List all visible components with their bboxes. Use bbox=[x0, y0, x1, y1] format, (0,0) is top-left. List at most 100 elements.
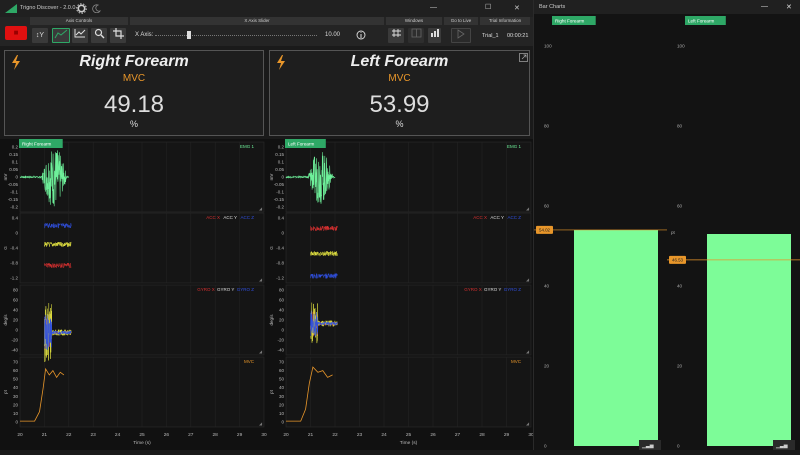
y-tick-label: -0.8 bbox=[276, 261, 284, 266]
y-tick-label: 0.4 bbox=[278, 216, 285, 221]
bar-chart-icon: ▁▃▅ bbox=[641, 443, 654, 449]
x-tick-label: 26 bbox=[430, 432, 436, 438]
go-to-live-button[interactable] bbox=[451, 28, 471, 43]
y-tick-label: 20 bbox=[13, 318, 19, 323]
bar-chart-icon bbox=[430, 29, 439, 37]
y-tick-label: 60 bbox=[13, 368, 19, 373]
y-tick-label: -20 bbox=[11, 338, 18, 343]
y-axis-button[interactable]: ↕Y bbox=[32, 28, 48, 43]
trial-name: Trial_1 bbox=[482, 33, 499, 39]
y-tick-label: 0 bbox=[15, 328, 18, 333]
panel-subtitle: MVC bbox=[388, 73, 411, 84]
y-tick-label: 0.2 bbox=[12, 145, 19, 150]
x-tick-label: 24 bbox=[381, 432, 387, 438]
bar-minimize-button[interactable]: — bbox=[761, 3, 768, 10]
y-tick-label: -0.2 bbox=[10, 205, 18, 210]
legend-item: EMG 1 bbox=[240, 144, 255, 149]
y-tick-label: 0 bbox=[15, 420, 18, 425]
y-tick-label: 10 bbox=[13, 411, 19, 416]
bar-charts-title: Bar Charts bbox=[539, 4, 566, 10]
x-tick-label: 21 bbox=[308, 432, 314, 438]
y-tick-label: -0.1 bbox=[276, 190, 284, 195]
trial-time: 00:00:21 bbox=[507, 33, 529, 39]
x-tick-label: 23 bbox=[357, 432, 363, 438]
signal-graphs[interactable]: 0.2 0.15 0.1 0.05 0 -0.05 -0.1 -0.15 -0.2 mV EMG 1… bbox=[0, 139, 534, 450]
y-tick-label: -1.2 bbox=[276, 276, 284, 281]
axis-controls-header: Axis Controls bbox=[30, 17, 128, 25]
split-layout-button[interactable] bbox=[408, 28, 424, 43]
auto-y-button[interactable] bbox=[52, 28, 70, 43]
y-tick-label: -0.15 bbox=[8, 197, 19, 202]
x-tick-label: 20 bbox=[283, 432, 289, 438]
windows-header: Windows bbox=[386, 17, 442, 25]
x-tick-label: 30 bbox=[261, 432, 267, 438]
grid-layout-button[interactable] bbox=[388, 28, 404, 43]
play-icon bbox=[457, 29, 465, 39]
y-tick-label: -40 bbox=[11, 348, 18, 353]
minimize-button[interactable]: — bbox=[430, 4, 437, 11]
bar-label: Right Forearm bbox=[555, 19, 585, 24]
y-tick-label: -0.05 bbox=[8, 182, 19, 187]
panel-unit: % bbox=[129, 119, 138, 129]
x-tick-label: 26 bbox=[164, 432, 170, 438]
y-tick-label: 0.05 bbox=[9, 167, 18, 172]
legend-item: GYRO X bbox=[464, 287, 482, 292]
right-forearm-panel: Right Forearm MVC 49.18 % bbox=[4, 50, 264, 136]
app-logo-icon bbox=[5, 4, 17, 13]
y-tick-label: -0.05 bbox=[274, 182, 285, 187]
legend-item: GYRO Z bbox=[237, 287, 255, 292]
bar-label: Left Forearm bbox=[688, 19, 714, 24]
y-tick-label: -0.8 bbox=[10, 261, 18, 266]
crop-button[interactable] bbox=[110, 28, 126, 43]
x-axis-label: X Axis: bbox=[135, 32, 154, 38]
close-button[interactable]: ✕ bbox=[514, 4, 520, 12]
chart-line-icon bbox=[74, 29, 86, 38]
bar bbox=[574, 230, 658, 446]
bar-chart-icon: ▁▃▅ bbox=[775, 443, 788, 449]
auto-scale-icon bbox=[54, 29, 68, 39]
y-tick-label: 0.15 bbox=[275, 152, 284, 157]
grid-icon bbox=[391, 29, 401, 37]
moon-icon[interactable] bbox=[92, 4, 101, 13]
zoom-button[interactable] bbox=[91, 28, 107, 43]
threshold-value: 46.53 bbox=[672, 257, 684, 262]
y-tick-label: 60 bbox=[13, 298, 19, 303]
y-tick-label: 20 bbox=[13, 402, 19, 407]
toolbar: Axis Controls X Axis Slider Windows Go t… bbox=[0, 17, 533, 46]
y-tick-label: -0.1 bbox=[10, 190, 18, 195]
legend-item: EMG 1 bbox=[507, 144, 522, 149]
title-bar: Trigno Discover - 2.0.0 — ☐ ✕ bbox=[0, 0, 533, 17]
y-tick-label: 30 bbox=[279, 394, 285, 399]
y-tick-label: -20 bbox=[277, 338, 284, 343]
bar-y-tick-label: 20 bbox=[544, 364, 550, 369]
chart-scale-button[interactable] bbox=[72, 28, 88, 43]
y-axis-label: G bbox=[269, 246, 274, 250]
bar-close-button[interactable]: ✕ bbox=[786, 3, 792, 11]
gear-icon[interactable] bbox=[76, 3, 87, 14]
legend-item: MVC bbox=[244, 359, 255, 364]
bar-charts[interactable]: 100 80 60 40 20 0 Right Forearm 54.02 ▁▃▅ 100 80 60… bbox=[534, 14, 800, 450]
bar-chart-button[interactable] bbox=[428, 28, 441, 43]
y-tick-label: 20 bbox=[279, 318, 285, 323]
split-view-icon bbox=[411, 28, 421, 38]
left-forearm-panel: Left Forearm MVC 53.99 % bbox=[269, 50, 530, 136]
panel-unit: % bbox=[395, 119, 404, 129]
y-axis-label: deg/s bbox=[269, 314, 274, 326]
y-tick-label: 40 bbox=[279, 385, 285, 390]
panel-title: Right Forearm bbox=[79, 53, 189, 70]
x-tick-label: 24 bbox=[115, 432, 121, 438]
legend-item: GYRO Y bbox=[484, 287, 501, 292]
bar-y-tick-label: 100 bbox=[677, 44, 685, 49]
maximize-button[interactable]: ☐ bbox=[485, 3, 491, 11]
crop-icon bbox=[112, 28, 124, 39]
y-tick-label: 0 bbox=[281, 231, 284, 236]
search-icon bbox=[94, 28, 104, 39]
y-tick-label: 0 bbox=[15, 175, 18, 180]
x-axis-slider-track[interactable] bbox=[155, 35, 317, 36]
record-button[interactable]: ■ bbox=[5, 26, 27, 40]
bar-y-tick-label: 60 bbox=[677, 204, 683, 209]
legend-item: ACC Z bbox=[508, 215, 522, 220]
x-axis-slider-thumb[interactable] bbox=[187, 31, 192, 39]
panel-subtitle: MVC bbox=[122, 73, 146, 84]
info-icon[interactable] bbox=[356, 30, 366, 40]
